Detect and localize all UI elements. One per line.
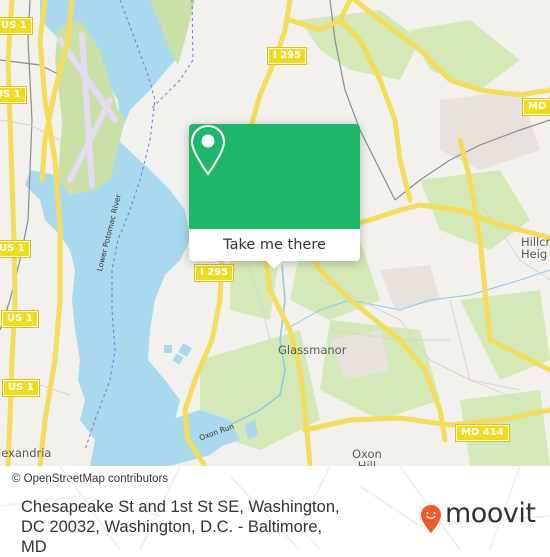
route-shield-us1-d: US 1 <box>1 310 39 328</box>
route-shield-us1-a: US 1 <box>0 17 33 35</box>
route-shield-us1-b: US 1 <box>0 86 27 104</box>
route-shield-i295-south: I 295 <box>193 264 235 282</box>
take-me-there-button[interactable]: Take me there <box>189 229 360 261</box>
popup-header <box>189 124 360 229</box>
route-shield-i295-north: I 295 <box>266 47 308 65</box>
route-shield-us1-e: US 1 <box>2 379 40 397</box>
route-shield-us1-c: US 1 <box>0 240 31 258</box>
address-text: Chesapeake St and 1st St SE, Washington,… <box>21 498 340 556</box>
moovit-pin-icon <box>421 505 441 533</box>
popup-pointer <box>266 261 282 269</box>
map-pin-icon <box>190 124 226 176</box>
place-label-hillcrest-heights: Hillcr Heig <box>521 235 550 261</box>
route-shield-md414: MD 414 <box>455 424 510 442</box>
location-popup: Take me there <box>189 124 360 261</box>
map[interactable]: I 295 I 295 MD 6 US 1 US 1 US 1 US 1 US … <box>0 0 550 466</box>
place-label-oxon-hill: Oxon Hill <box>352 447 382 466</box>
moovit-wordmark: moovit <box>445 498 536 529</box>
place-label-alexandria: lexandria <box>0 446 52 460</box>
place-label-glassmanor: Glassmanor <box>278 343 347 357</box>
route-shield-md6: MD 6 <box>522 98 550 116</box>
